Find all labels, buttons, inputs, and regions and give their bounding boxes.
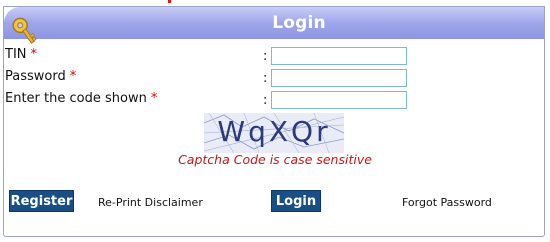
required-mark: *	[69, 69, 77, 84]
red-mark	[168, 0, 171, 3]
tin-label-row: TIN *	[5, 47, 37, 62]
code-label-row: Enter the code shown *	[5, 91, 157, 106]
register-button[interactable]: Register	[9, 190, 74, 212]
captcha-input[interactable]	[271, 91, 407, 109]
login-header: Login	[4, 7, 544, 39]
forgot-password-link[interactable]: Forgot Password	[402, 196, 492, 209]
key-icon	[12, 17, 37, 44]
password-label-row: Password *	[5, 69, 76, 84]
tin-label: TIN	[5, 47, 27, 62]
captcha-text: WqXQr	[217, 115, 331, 148]
code-label: Enter the code shown	[5, 91, 147, 106]
captcha-note: Captcha Code is case sensitive	[178, 152, 372, 167]
colon: :	[263, 49, 268, 64]
login-title: Login	[272, 13, 326, 33]
password-label: Password	[5, 69, 66, 84]
login-button[interactable]: Login	[271, 190, 321, 212]
colon: :	[263, 71, 268, 86]
password-input[interactable]	[271, 69, 407, 87]
reprint-disclaimer-link[interactable]: Re-Print Disclaimer	[98, 196, 203, 209]
required-mark: *	[30, 47, 38, 62]
captcha-image: WqXQr	[204, 113, 344, 153]
colon: :	[263, 93, 268, 108]
tin-input[interactable]	[271, 47, 407, 65]
required-mark: *	[150, 91, 158, 106]
